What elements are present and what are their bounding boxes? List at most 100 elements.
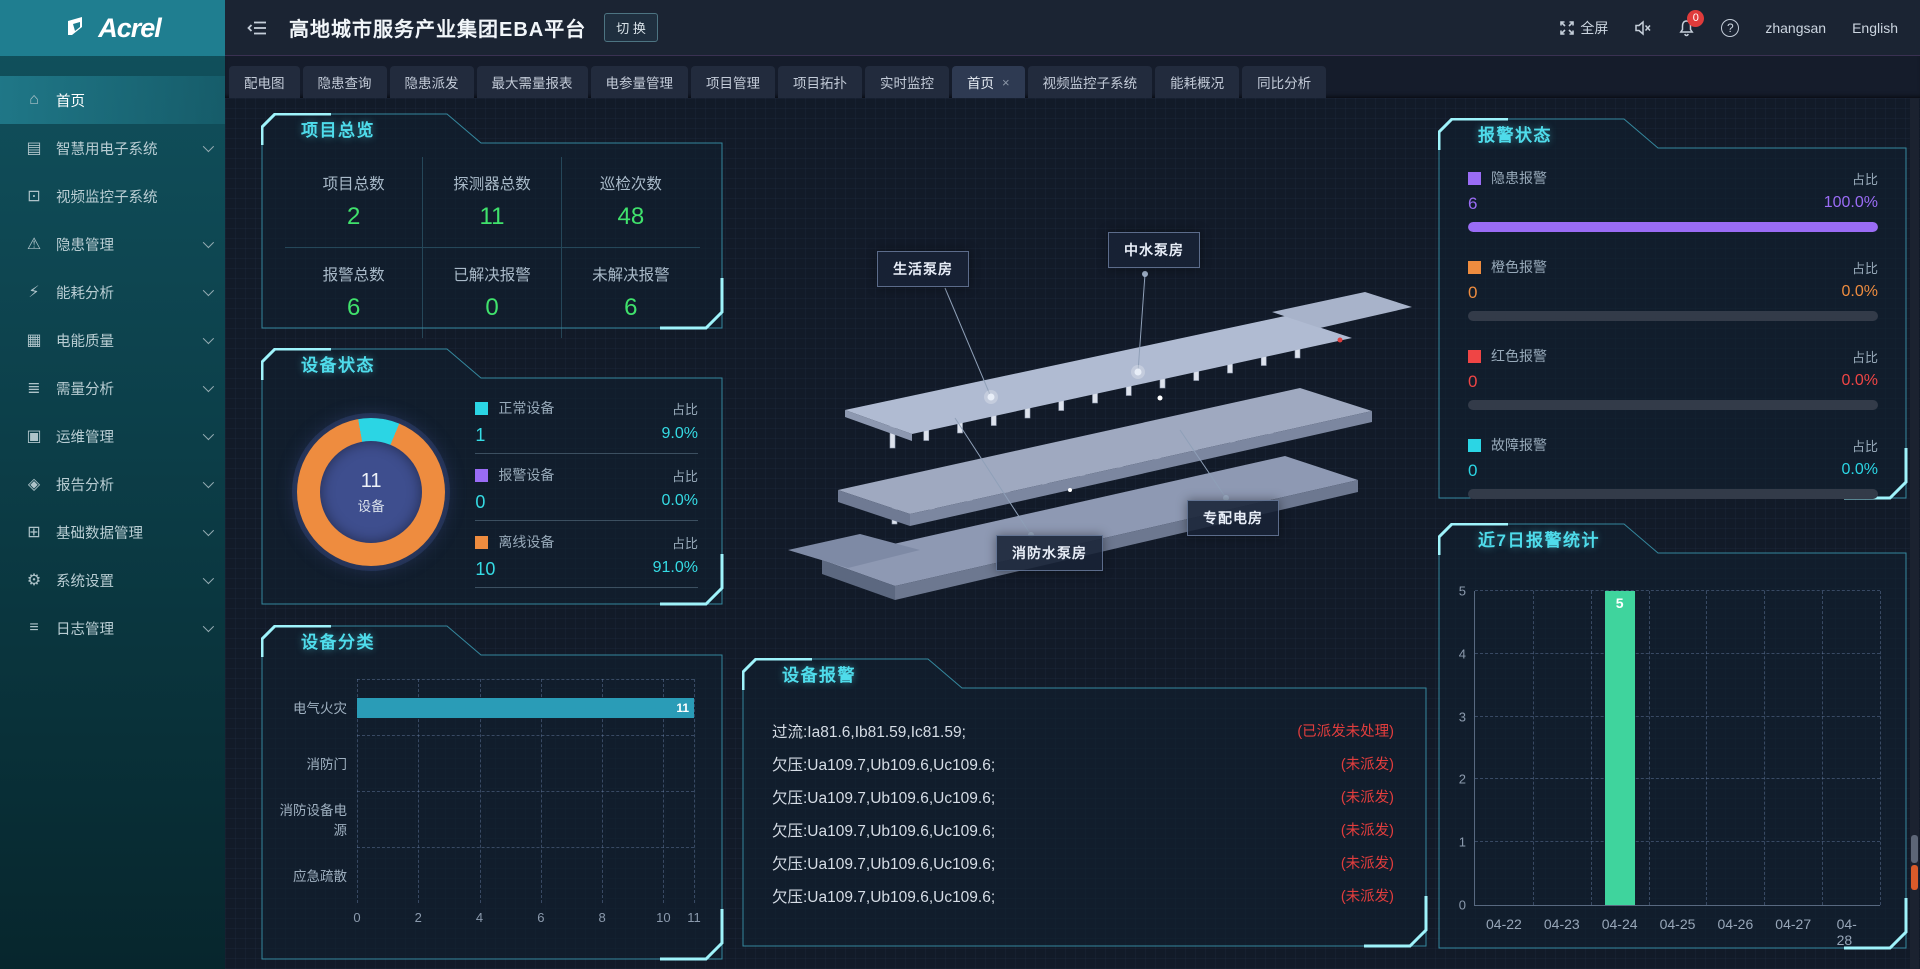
category-label: 消防设备电源 xyxy=(271,791,357,847)
page-scrollbar[interactable] xyxy=(1910,98,1919,969)
panel-title: 设备报警 xyxy=(782,662,856,690)
donut-center-label: 设备 xyxy=(358,495,385,515)
alarm-row[interactable]: 过流:Ia81.6,Ib81.59,Ic81.59; (已派发未处理) xyxy=(772,714,1394,747)
category-label: 消防门 xyxy=(271,735,357,791)
sidebar-item-settings[interactable]: ⚙ 系统设置 xyxy=(0,556,225,604)
sidebar-item-label: 智慧用电子系统 xyxy=(56,138,158,159)
tab-electric-params[interactable]: 电参量管理 xyxy=(591,66,689,98)
fullscreen-icon xyxy=(1559,20,1575,36)
alarm-status-badge: (未派发) xyxy=(1341,753,1394,774)
alarm-row[interactable]: 欠压:Ua109.7,Ub109.6,Uc109.6; (未派发) xyxy=(772,846,1394,879)
sidebar-item-label: 系统设置 xyxy=(56,570,114,591)
energy-icon: ⚡ xyxy=(22,282,46,302)
notifications-button[interactable]: 0 xyxy=(1678,19,1695,37)
smart-electric-icon: ▤ xyxy=(22,138,46,158)
sidebar-item-energy[interactable]: ⚡ 能耗分析 xyxy=(0,268,225,316)
chevron-down-icon xyxy=(203,333,214,344)
scrollbar-thumb[interactable] xyxy=(1911,835,1918,863)
alarm-status-hazard: 隐患报警 占比 6 100.0% xyxy=(1468,168,1878,232)
scene-label-dedicated-power-room[interactable]: 专配电房 xyxy=(1187,500,1279,536)
tab-hazard-query[interactable]: 隐患查询 xyxy=(303,66,387,98)
sidebar-item-report[interactable]: ◈ 报告分析 xyxy=(0,460,225,508)
tab-yoy-analysis[interactable]: 同比分析 xyxy=(1242,66,1326,98)
sidebar-item-hazard[interactable]: ⚠ 隐患管理 xyxy=(0,220,225,268)
scene-label-reclaimed-water-pump-room[interactable]: 中水泵房 xyxy=(1108,232,1200,268)
topbar-actions: 全屏 0 ? zhangsan English xyxy=(1559,18,1898,38)
alarm-status-list: 隐患报警 占比 6 100.0% 橙色报警 占比 xyxy=(1438,154,1908,499)
panel-title: 项目总览 xyxy=(301,117,375,145)
bar-electrical-fire: 11 xyxy=(357,698,694,718)
switch-project-button[interactable]: 切 换 xyxy=(604,13,658,42)
sidebar-item-label: 日志管理 xyxy=(56,618,114,639)
legend-normal-devices: 正常设备 占比 1 9.0% xyxy=(475,398,698,454)
legend-swatch xyxy=(1468,172,1481,185)
help-icon: ? xyxy=(1721,19,1739,37)
user-menu[interactable]: zhangsan xyxy=(1765,20,1826,36)
tab-home-active[interactable]: 首页 × xyxy=(952,66,1025,98)
alarm-row[interactable]: 欠压:Ua109.7,Ub109.6,Uc109.6; (未派发) xyxy=(772,879,1394,912)
panel-weekly-alarm-stats: 近7日报警统计 01234504-2204-2304-24504-2504-26… xyxy=(1438,523,1908,950)
power-quality-icon: ▦ xyxy=(22,330,46,350)
panel-device-alarm: 设备报警 过流:Ia81.6,Ib81.59,Ic81.59; (已派发未处理)… xyxy=(742,658,1428,948)
home-icon: ⌂ xyxy=(22,91,46,109)
alarm-status-badge: (已派发未处理) xyxy=(1297,720,1394,741)
tab-peidiantu[interactable]: 配电图 xyxy=(229,66,300,98)
sidebar-item-logs[interactable]: ≡ 日志管理 xyxy=(0,604,225,652)
alarm-row[interactable]: 欠压:Ua109.7,Ub109.6,Uc109.6; (未派发) xyxy=(772,780,1394,813)
close-tab-icon[interactable]: × xyxy=(1002,75,1010,90)
tab-project-topology[interactable]: 项目拓扑 xyxy=(778,66,862,98)
stat-project-count: 项目总数 2 xyxy=(285,157,423,248)
alarm-status-fault: 故障报警 占比 0 0.0% xyxy=(1468,435,1878,499)
page-title: 高地城市服务产业集团EBA平台 xyxy=(289,13,586,42)
weekly-alarm-bar-chart: 01234504-2204-2304-24504-2504-2604-2704-… xyxy=(1474,591,1880,906)
menu-fold-icon[interactable] xyxy=(247,20,267,36)
sidebar-item-power-quality[interactable]: ▦ 电能质量 xyxy=(0,316,225,364)
alarm-row[interactable]: 欠压:Ua109.7,Ub109.6,Uc109.6; (未派发) xyxy=(772,813,1394,846)
panel-title: 设备分类 xyxy=(301,629,375,657)
chevron-down-icon xyxy=(203,573,214,584)
scene-label-fire-pump-room[interactable]: 消防水泵房 xyxy=(996,535,1103,571)
sidebar: Acrel ⌂ 首页 ▤ 智慧用电子系统 ⊡ 视频监控子系统 ⚠ 隐患管理 xyxy=(0,0,225,969)
tab-project-mgmt[interactable]: 项目管理 xyxy=(691,66,775,98)
panel-device-category: 设备分类 电气火灾 消防门 消防设备电源 应急疏散 11 xyxy=(261,625,724,961)
mute-button[interactable] xyxy=(1634,20,1652,36)
sidebar-item-label: 基础数据管理 xyxy=(56,522,143,543)
device-status-legend: 正常设备 占比 1 9.0% 报警设备 xyxy=(463,394,698,590)
sidebar-item-video-monitor[interactable]: ⊡ 视频监控子系统 xyxy=(0,172,225,220)
legend-swatch xyxy=(1468,439,1481,452)
scrollbar-marker xyxy=(1911,865,1918,890)
sidebar-item-smart-electric[interactable]: ▤ 智慧用电子系统 xyxy=(0,124,225,172)
tab-max-demand-report[interactable]: 最大需量报表 xyxy=(477,66,588,98)
help-button[interactable]: ? xyxy=(1721,19,1739,37)
building-3d-view[interactable]: 生活泵房 中水泵房 专配电房 消防水泵房 xyxy=(740,98,1430,658)
chevron-down-icon xyxy=(203,525,214,536)
sidebar-item-label: 隐患管理 xyxy=(56,234,114,255)
panel-alarm-status: 报警状态 隐患报警 占比 6 100.0% xyxy=(1438,118,1908,500)
speaker-muted-icon xyxy=(1634,20,1652,36)
sidebar-item-base-data[interactable]: ⊞ 基础数据管理 xyxy=(0,508,225,556)
tab-video-subsystem[interactable]: 视频监控子系统 xyxy=(1028,66,1153,98)
fullscreen-button[interactable]: 全屏 xyxy=(1559,18,1608,38)
chevron-down-icon xyxy=(203,285,214,296)
sidebar-item-label: 能耗分析 xyxy=(56,282,114,303)
tab-realtime-monitor[interactable]: 实时监控 xyxy=(865,66,949,98)
sidebar-item-home[interactable]: ⌂ 首页 xyxy=(0,76,225,124)
logo-text: Acrel xyxy=(98,13,161,44)
ops-icon: ▣ xyxy=(22,426,46,446)
category-label: 应急疏散 xyxy=(271,847,357,903)
sidebar-item-label: 首页 xyxy=(56,90,85,111)
alarm-status-orange: 橙色报警 占比 0 0.0% xyxy=(1468,257,1878,321)
panel-title: 近7日报警统计 xyxy=(1478,527,1600,555)
language-switch[interactable]: English xyxy=(1852,20,1898,36)
alarm-row[interactable]: 欠压:Ua109.7,Ub109.6,Uc109.6; (未派发) xyxy=(772,747,1394,780)
alarm-status-red: 红色报警 占比 0 0.0% xyxy=(1468,346,1878,410)
scene-label-life-pump-room[interactable]: 生活泵房 xyxy=(877,251,969,287)
stat-alarm-resolved: 已解决报警 0 xyxy=(423,248,561,339)
tab-energy-overview[interactable]: 能耗概况 xyxy=(1155,66,1239,98)
sidebar-item-ops[interactable]: ▣ 运维管理 xyxy=(0,412,225,460)
alarm-status-badge: (未派发) xyxy=(1341,885,1394,906)
base-data-icon: ⊞ xyxy=(22,522,46,542)
sidebar-item-label: 运维管理 xyxy=(56,426,114,447)
sidebar-item-demand[interactable]: ≣ 需量分析 xyxy=(0,364,225,412)
tab-hazard-dispatch[interactable]: 隐患派发 xyxy=(390,66,474,98)
